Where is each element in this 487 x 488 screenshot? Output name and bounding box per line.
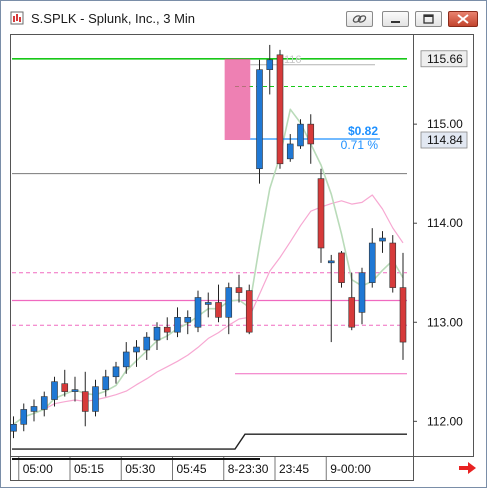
x-tick-label: 05:15: [74, 462, 104, 476]
candle[interactable]: [368, 242, 376, 283]
restore-icon: [423, 14, 434, 24]
x-tick-label: 8-23:30: [228, 462, 269, 476]
candle[interactable]: [317, 178, 325, 249]
candle[interactable]: [338, 252, 345, 283]
link-icon: [352, 15, 367, 23]
candle[interactable]: [297, 123, 304, 147]
candle[interactable]: [235, 287, 243, 293]
candle[interactable]: [307, 123, 315, 145]
measure-percent-label: 0.71 %: [341, 138, 379, 152]
candle[interactable]: [143, 336, 151, 351]
candle[interactable]: [133, 346, 140, 353]
x-tick-label: 05:30: [125, 462, 155, 476]
restore-button[interactable]: [415, 11, 442, 27]
minimize-icon: [391, 21, 400, 23]
candle[interactable]: [92, 386, 99, 412]
candle[interactable]: [327, 260, 335, 264]
candle[interactable]: [399, 287, 407, 343]
measure-dollar-label: $0.82: [348, 124, 378, 138]
candle[interactable]: [184, 317, 192, 323]
price-label: 114.84: [427, 133, 463, 147]
candle[interactable]: [122, 351, 130, 368]
candle[interactable]: [40, 396, 48, 410]
candle[interactable]: [51, 381, 58, 400]
chart-area[interactable]: $0.82 0.71 % 116 112.00 113.00 114.00 115.00 11…: [10, 34, 478, 481]
y-tick-label: 113.00: [427, 315, 463, 329]
chart-window: S.SPLK - Splunk, Inc., 3 Min $0.820.71: [0, 0, 487, 488]
candle[interactable]: [71, 389, 79, 392]
candle[interactable]: [225, 287, 233, 318]
measure-overlay-label: 116: [284, 54, 302, 66]
x-tick-label: 05:45: [177, 462, 207, 476]
candle[interactable]: [102, 376, 110, 390]
price-chart[interactable]: $0.820.71 % 116 112.00 113.00 114.00 115.00 11…: [10, 34, 478, 481]
scroll-right-arrow-icon[interactable]: [458, 461, 478, 475]
candle[interactable]: [30, 406, 38, 412]
app-icon: [10, 11, 24, 25]
candle[interactable]: [266, 59, 274, 70]
candle[interactable]: [348, 297, 356, 328]
x-tick-label: 23:45: [279, 462, 309, 476]
candle[interactable]: [153, 326, 161, 341]
candle[interactable]: [276, 54, 284, 165]
link-button[interactable]: [346, 11, 373, 27]
y-tick-label: 115.00: [427, 117, 463, 131]
measure-highlight-box[interactable]: [224, 58, 251, 141]
close-button[interactable]: [448, 11, 478, 27]
candle[interactable]: [163, 326, 171, 333]
price-axis[interactable]: [413, 34, 474, 457]
candle[interactable]: [112, 366, 120, 378]
candle[interactable]: [379, 237, 386, 242]
candle[interactable]: [256, 69, 263, 170]
candle[interactable]: [10, 424, 17, 432]
x-tick-label: 9-00:00: [330, 462, 371, 476]
candle[interactable]: [81, 391, 89, 412]
price-label: 115.66: [427, 52, 463, 66]
candle[interactable]: [61, 383, 69, 392]
plot-frame[interactable]: [10, 34, 414, 457]
candle[interactable]: [215, 302, 222, 318]
candle[interactable]: [245, 290, 253, 333]
candle[interactable]: [194, 297, 202, 328]
y-tick-label: 112.00: [427, 414, 463, 428]
candle[interactable]: [358, 272, 366, 313]
candle[interactable]: [286, 143, 294, 160]
candle[interactable]: [204, 302, 212, 305]
close-icon: [457, 14, 469, 24]
candle[interactable]: [20, 409, 28, 425]
window-title: S.SPLK - Splunk, Inc., 3 Min: [31, 11, 196, 26]
candle[interactable]: [174, 317, 181, 333]
candle[interactable]: [389, 242, 397, 288]
y-tick-label: 114.00: [427, 216, 463, 230]
x-tick-label: 05:00: [23, 462, 53, 476]
minimize-button[interactable]: [382, 11, 409, 27]
title-bar[interactable]: S.SPLK - Splunk, Inc., 3 Min: [1, 1, 486, 33]
